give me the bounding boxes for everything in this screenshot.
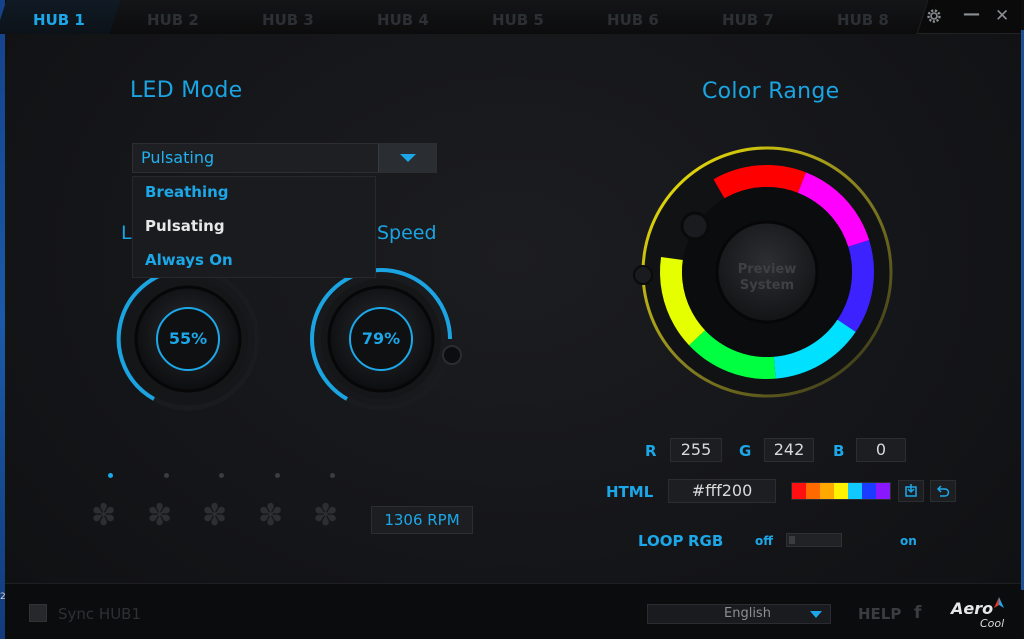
loop-rgb-toggle[interactable] bbox=[786, 533, 842, 547]
swatch[interactable] bbox=[848, 483, 862, 499]
speed-value: 79% bbox=[361, 329, 401, 348]
swatch[interactable] bbox=[820, 483, 834, 499]
swatch[interactable] bbox=[876, 483, 890, 499]
tab-hub-8[interactable]: HUB 8 bbox=[799, 0, 929, 34]
fan-icon[interactable]: ✽ bbox=[313, 498, 338, 533]
tab-hub-2[interactable]: HUB 2 bbox=[109, 0, 239, 34]
undo-color-button[interactable] bbox=[930, 480, 956, 502]
save-icon bbox=[905, 484, 917, 497]
fan-indicator bbox=[164, 473, 169, 478]
language-selected: English bbox=[724, 606, 771, 621]
loop-label: LOOP bbox=[638, 532, 684, 550]
toggle-knob[interactable] bbox=[789, 536, 795, 544]
swatch[interactable] bbox=[792, 483, 806, 499]
preview-system-label: Preview System bbox=[737, 262, 797, 293]
app-window: HUB 1 HUB 2 HUB 3 HUB 4 HUB 5 HUB 6 HUB … bbox=[0, 0, 1021, 639]
gear-icon[interactable] bbox=[925, 7, 943, 25]
green-label: G bbox=[739, 442, 752, 460]
red-label: R bbox=[645, 442, 657, 460]
tab-hub-4[interactable]: HUB 4 bbox=[339, 0, 469, 34]
save-color-button[interactable] bbox=[898, 480, 924, 502]
html-color-field[interactable]: #fff200 bbox=[668, 479, 776, 503]
swatch[interactable] bbox=[862, 483, 876, 499]
aerocool-logo-sub: Cool bbox=[980, 617, 1005, 630]
rgb-label: RGB bbox=[688, 532, 724, 550]
led-mode-title: LED Mode bbox=[130, 78, 243, 103]
chevron-down-icon[interactable] bbox=[378, 144, 436, 172]
aerocool-logo: Aero bbox=[951, 599, 994, 618]
sync-label: Sync HUB1 bbox=[58, 605, 142, 623]
sync-checkbox[interactable] bbox=[29, 604, 47, 622]
blue-field[interactable]: 0 bbox=[856, 438, 906, 462]
blue-label: B bbox=[833, 442, 845, 460]
speed-label: Speed bbox=[377, 222, 437, 244]
fan-icon[interactable]: ✽ bbox=[147, 498, 172, 533]
led-mode-select[interactable]: Pulsating bbox=[132, 143, 437, 173]
swatch[interactable] bbox=[806, 483, 820, 499]
tab-hub-6[interactable]: HUB 6 bbox=[569, 0, 699, 34]
green-field[interactable]: 242 bbox=[764, 438, 814, 462]
fan-indicator bbox=[219, 473, 224, 478]
color-swatches bbox=[791, 482, 891, 500]
swatch[interactable] bbox=[834, 483, 848, 499]
brightness-value: 55% bbox=[168, 329, 208, 348]
language-select[interactable]: English bbox=[647, 604, 831, 624]
aerocool-logo-mark bbox=[994, 597, 1004, 608]
loop-off-label: off bbox=[755, 534, 773, 548]
fan-icon[interactable]: ✽ bbox=[91, 498, 116, 533]
chevron-down-icon[interactable] bbox=[810, 611, 822, 618]
menu-item-always-on[interactable]: Always On bbox=[145, 251, 233, 269]
facebook-icon[interactable]: f bbox=[914, 603, 921, 623]
speed-knob-handle[interactable] bbox=[442, 345, 462, 365]
red-field[interactable]: 255 bbox=[670, 438, 722, 462]
fan-rpm-readout: 1306 RPM bbox=[371, 506, 473, 534]
color-picker-handle[interactable] bbox=[680, 211, 710, 241]
brightness-label: L bbox=[121, 222, 132, 244]
undo-icon bbox=[936, 485, 950, 497]
tab-hub-1[interactable]: HUB 1 bbox=[0, 0, 125, 34]
fan-icon[interactable]: ✽ bbox=[202, 498, 227, 533]
tab-hub-3[interactable]: HUB 3 bbox=[224, 0, 354, 34]
hub-tab-bar: HUB 1 HUB 2 HUB 3 HUB 4 HUB 5 HUB 6 HUB … bbox=[0, 0, 1021, 34]
led-mode-selected: Pulsating bbox=[141, 148, 215, 167]
tab-hub-7[interactable]: HUB 7 bbox=[684, 0, 814, 34]
close-button[interactable]: ✕ bbox=[995, 6, 1009, 26]
loop-on-label: on bbox=[900, 534, 917, 548]
range-handle[interactable] bbox=[633, 265, 653, 285]
menu-item-pulsating[interactable]: Pulsating bbox=[145, 217, 225, 235]
fan-icon[interactable]: ✽ bbox=[258, 498, 283, 533]
fan-indicator bbox=[330, 473, 335, 478]
color-range-title: Color Range bbox=[702, 79, 840, 104]
led-mode-menu: Breathing Pulsating Always On bbox=[132, 176, 376, 278]
html-label: HTML bbox=[606, 483, 654, 501]
fan-indicator bbox=[108, 473, 113, 478]
minimize-button[interactable]: — bbox=[963, 4, 980, 24]
tab-hub-5[interactable]: HUB 5 bbox=[454, 0, 584, 34]
menu-item-breathing[interactable]: Breathing bbox=[145, 183, 229, 201]
help-link[interactable]: HELP bbox=[858, 605, 901, 623]
fan-indicator bbox=[275, 473, 280, 478]
